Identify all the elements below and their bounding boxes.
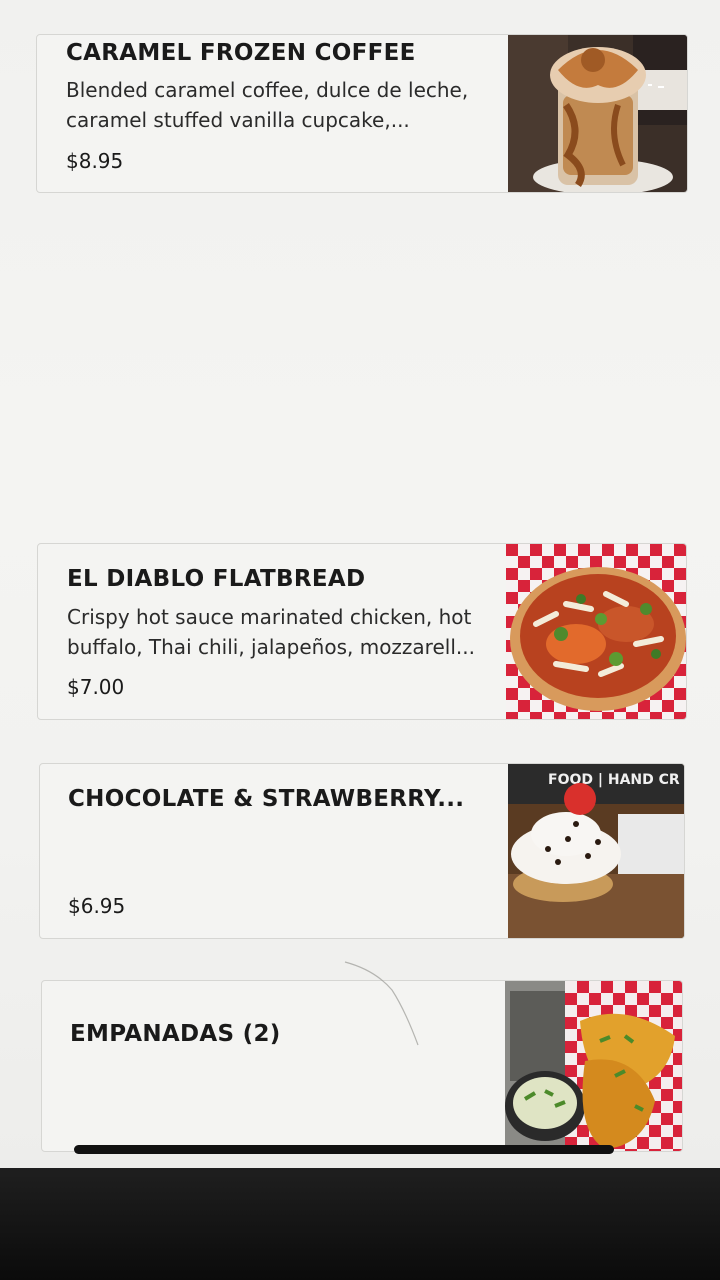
- menu-item-title: CHOCOLATE & STRAWBERRY...: [68, 786, 465, 812]
- menu-screen: CARAMEL FROZEN COFFEE Blended caramel co…: [0, 0, 720, 1168]
- flatbread-photo: [506, 544, 686, 719]
- frozen-coffee-photo: [508, 35, 687, 192]
- menu-item-card[interactable]: EL DIABLO FLATBREAD Crispy hot sauce mar…: [37, 543, 687, 720]
- menu-item-card[interactable]: CARAMEL FROZEN COFFEE Blended caramel co…: [36, 34, 688, 193]
- sundae-photo: FOOD | HAND CR: [508, 764, 684, 938]
- menu-item-description: Crispy hot sauce marinated chicken, hot …: [67, 605, 475, 659]
- menu-item-title: CARAMEL FROZEN COFFEE: [66, 40, 416, 66]
- menu-item-price: $8.95: [66, 149, 124, 173]
- menu-item-title: EMPANADAS (2): [70, 1021, 281, 1047]
- empanadas-photo: [505, 981, 682, 1151]
- menu-item-description: Blended caramel coffee, dulce de leche, …: [66, 78, 469, 132]
- svg-text:FOOD | HAND CR: FOOD | HAND CR: [548, 772, 680, 788]
- menu-item-card[interactable]: EMPANADAS (2): [41, 980, 683, 1152]
- device-bezel: [0, 1168, 720, 1280]
- scroll-indicator[interactable]: [74, 1145, 614, 1154]
- menu-item-price: $7.00: [67, 675, 125, 699]
- menu-item-price: $6.95: [68, 894, 126, 918]
- menu-item-card[interactable]: CHOCOLATE & STRAWBERRY... $6.95 FOOD | H…: [39, 763, 685, 939]
- menu-item-title: EL DIABLO FLATBREAD: [67, 566, 366, 592]
